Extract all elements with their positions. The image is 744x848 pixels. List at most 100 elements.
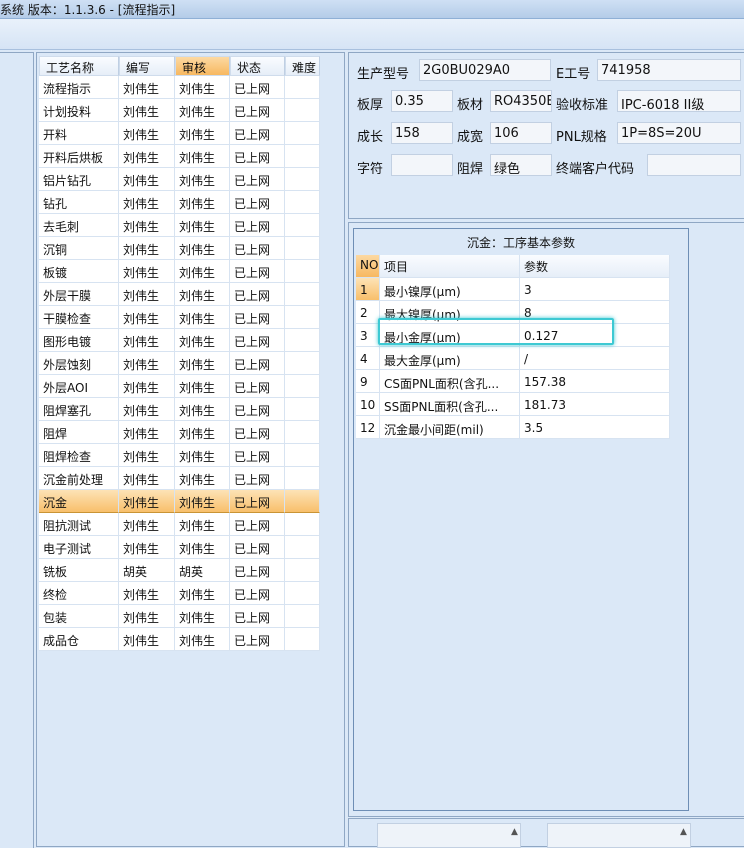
process-cell[interactable]: 刘伟生 <box>175 467 230 490</box>
process-col-header[interactable]: 状态 <box>230 56 285 76</box>
process-cell[interactable] <box>285 145 320 168</box>
process-cell[interactable] <box>285 260 320 283</box>
process-cell[interactable]: 已上网 <box>230 513 285 536</box>
process-cell[interactable] <box>285 605 320 628</box>
mask-field[interactable]: 绿色 <box>490 154 552 176</box>
process-cell[interactable]: 刘伟生 <box>119 490 175 513</box>
process-cell[interactable]: 刘伟生 <box>175 191 230 214</box>
process-cell[interactable]: 已上网 <box>230 168 285 191</box>
process-cell[interactable]: 刘伟生 <box>119 99 175 122</box>
process-cell[interactable]: 刘伟生 <box>119 536 175 559</box>
process-cell[interactable]: 已上网 <box>230 490 285 513</box>
params-row[interactable]: 10 SS面PNL面积(含孔... 181.73 <box>356 393 670 416</box>
process-cell[interactable]: 刘伟生 <box>175 375 230 398</box>
params-cell[interactable]: 最大金厚(μm) <box>380 347 520 370</box>
process-cell[interactable]: 刘伟生 <box>119 260 175 283</box>
params-row[interactable]: 12 沉金最小间距(mil) 3.5 <box>356 416 670 439</box>
process-cell[interactable] <box>285 444 320 467</box>
process-cell[interactable]: 刘伟生 <box>119 582 175 605</box>
process-row[interactable]: 干膜检查 刘伟生 刘伟生 已上网 <box>39 306 320 329</box>
process-cell[interactable]: 胡英 <box>119 559 175 582</box>
process-cell[interactable]: 刘伟生 <box>175 260 230 283</box>
process-cell[interactable] <box>285 421 320 444</box>
process-cell[interactable]: 刘伟生 <box>175 76 230 99</box>
process-row[interactable]: 包装 刘伟生 刘伟生 已上网 <box>39 605 320 628</box>
process-cell[interactable]: 刘伟生 <box>119 398 175 421</box>
process-cell[interactable]: 阻焊 <box>39 421 119 444</box>
params-col-no[interactable]: NO <box>356 255 380 278</box>
process-cell[interactable] <box>285 122 320 145</box>
process-row[interactable]: 流程指示 刘伟生 刘伟生 已上网 <box>39 76 320 99</box>
process-cell[interactable]: 钻孔 <box>39 191 119 214</box>
process-cell[interactable]: 图形电镀 <box>39 329 119 352</box>
process-col-header[interactable]: 工艺名称 <box>39 56 119 76</box>
process-row[interactable]: 开料后烘板 刘伟生 刘伟生 已上网 <box>39 145 320 168</box>
process-row[interactable]: 去毛刺 刘伟生 刘伟生 已上网 <box>39 214 320 237</box>
process-cell[interactable]: 已上网 <box>230 99 285 122</box>
params-cell[interactable]: 3 <box>520 278 670 301</box>
process-cell[interactable] <box>285 168 320 191</box>
params-cell[interactable]: 9 <box>356 370 380 393</box>
process-cell[interactable]: 已上网 <box>230 191 285 214</box>
process-cell[interactable]: 已上网 <box>230 628 285 651</box>
process-row[interactable]: 铣板 胡英 胡英 已上网 <box>39 559 320 582</box>
process-cell[interactable]: 刘伟生 <box>175 168 230 191</box>
params-cell[interactable]: 3 <box>356 324 380 347</box>
process-cell[interactable] <box>285 352 320 375</box>
width-field[interactable]: 106 <box>490 122 552 144</box>
process-cell[interactable]: 刘伟生 <box>175 421 230 444</box>
process-cell[interactable]: 刘伟生 <box>119 214 175 237</box>
process-cell[interactable]: 刘伟生 <box>175 352 230 375</box>
process-cell[interactable]: 外层干膜 <box>39 283 119 306</box>
process-cell[interactable]: 已上网 <box>230 444 285 467</box>
process-row[interactable]: 阻焊塞孔 刘伟生 刘伟生 已上网 <box>39 398 320 421</box>
process-cell[interactable]: 刘伟生 <box>175 99 230 122</box>
process-cell[interactable]: 沉铜 <box>39 237 119 260</box>
process-row[interactable]: 图形电镀 刘伟生 刘伟生 已上网 <box>39 329 320 352</box>
process-cell[interactable]: 已上网 <box>230 582 285 605</box>
process-cell[interactable] <box>285 283 320 306</box>
process-cell[interactable]: 刘伟生 <box>119 168 175 191</box>
process-cell[interactable]: 已上网 <box>230 283 285 306</box>
process-cell[interactable]: 刘伟生 <box>119 444 175 467</box>
process-row[interactable]: 沉金 刘伟生 刘伟生 已上网 <box>39 490 320 513</box>
process-row[interactable]: 外层干膜 刘伟生 刘伟生 已上网 <box>39 283 320 306</box>
process-row[interactable]: 成品仓 刘伟生 刘伟生 已上网 <box>39 628 320 651</box>
process-cell[interactable]: 刘伟生 <box>175 444 230 467</box>
params-cell[interactable]: 181.73 <box>520 393 670 416</box>
process-cell[interactable]: 已上网 <box>230 375 285 398</box>
process-cell[interactable] <box>285 582 320 605</box>
process-cell[interactable] <box>285 237 320 260</box>
params-cell[interactable]: SS面PNL面积(含孔... <box>380 393 520 416</box>
process-cell[interactable]: 刘伟生 <box>119 375 175 398</box>
process-cell[interactable]: 阻抗测试 <box>39 513 119 536</box>
bottom-box-right[interactable] <box>547 823 691 848</box>
process-cell[interactable]: 已上网 <box>230 122 285 145</box>
process-cell[interactable]: 干膜检查 <box>39 306 119 329</box>
process-col-header[interactable]: 编写 <box>119 56 175 76</box>
process-cell[interactable]: 刘伟生 <box>119 76 175 99</box>
process-cell[interactable] <box>285 559 320 582</box>
process-row[interactable]: 计划投料 刘伟生 刘伟生 已上网 <box>39 99 320 122</box>
params-col-item[interactable]: 项目 <box>380 255 520 278</box>
process-cell[interactable]: 刘伟生 <box>119 237 175 260</box>
process-cell[interactable]: 已上网 <box>230 306 285 329</box>
process-cell[interactable]: 已上网 <box>230 467 285 490</box>
process-cell[interactable]: 包装 <box>39 605 119 628</box>
process-row[interactable]: 铝片钻孔 刘伟生 刘伟生 已上网 <box>39 168 320 191</box>
process-cell[interactable]: 刘伟生 <box>119 122 175 145</box>
process-col-header[interactable]: 难度 <box>285 56 320 76</box>
process-cell[interactable] <box>285 536 320 559</box>
process-cell[interactable]: 铝片钻孔 <box>39 168 119 191</box>
process-cell[interactable]: 开料后烘板 <box>39 145 119 168</box>
process-cell[interactable]: 已上网 <box>230 536 285 559</box>
process-row[interactable]: 开料 刘伟生 刘伟生 已上网 <box>39 122 320 145</box>
process-cell[interactable] <box>285 99 320 122</box>
process-cell[interactable]: 刘伟生 <box>119 191 175 214</box>
process-cell[interactable]: 刘伟生 <box>119 352 175 375</box>
process-cell[interactable]: 已上网 <box>230 329 285 352</box>
material-field[interactable]: RO4350B <box>490 90 552 112</box>
process-cell[interactable]: 阻焊检查 <box>39 444 119 467</box>
params-row[interactable]: 4 最大金厚(μm) / <box>356 347 670 370</box>
process-cell[interactable]: 刘伟生 <box>175 490 230 513</box>
